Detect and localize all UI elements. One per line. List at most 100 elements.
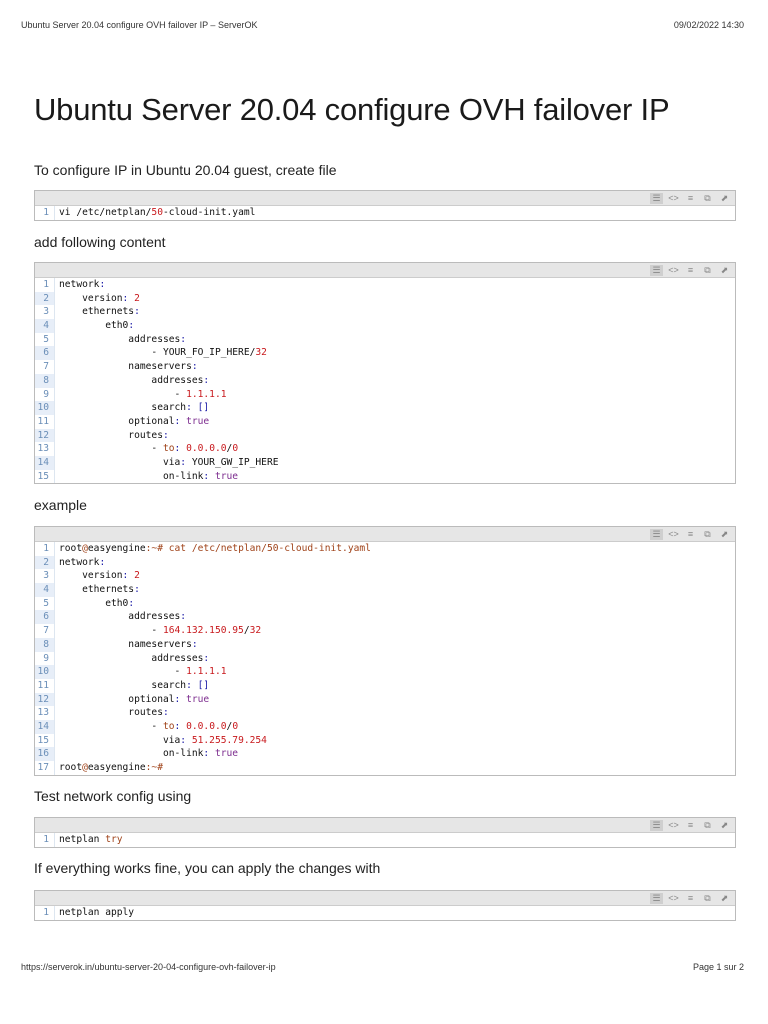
paragraph: add following content <box>34 234 166 250</box>
footer-url: https://serverok.in/ubuntu-server-20-04-… <box>21 962 276 972</box>
line-number: 6 <box>35 610 55 625</box>
code-line: 14 - to: 0.0.0.0/0 <box>35 719 735 734</box>
code-token: : <box>162 429 169 441</box>
code-token: 32 <box>249 625 262 637</box>
code-token: ethernets <box>59 584 135 596</box>
code-toolbar: ☰ <> ≡ ⧉ ⬈ <box>35 262 735 278</box>
code-icon[interactable]: <> <box>667 529 680 540</box>
popup-icon[interactable]: ⬈ <box>718 193 731 204</box>
code-line: 1 root@easyengine:~# cat /etc/netplan/50-… <box>35 542 735 556</box>
wrap-icon[interactable]: ≡ <box>684 193 697 204</box>
code-token: to <box>162 720 175 732</box>
popup-icon[interactable]: ⬈ <box>718 893 731 904</box>
code-token: search <box>59 402 187 414</box>
code-line: 10 - 1.1.1.1 <box>35 665 735 679</box>
code-token: version <box>59 292 123 304</box>
line-text: version: 2 <box>55 569 140 583</box>
code-token: - <box>59 720 163 732</box>
code-token: easyengine <box>87 762 146 773</box>
view-source-icon[interactable]: ☰ <box>650 819 663 831</box>
line-text: - to: 0.0.0.0/0 <box>55 442 238 456</box>
code-line: 1 vi /etc/netplan/50-cloud-init.yaml <box>35 206 735 220</box>
view-source-icon[interactable]: ☰ <box>650 892 663 904</box>
line-number: 11 <box>35 414 55 429</box>
code-token: on-link <box>59 470 204 482</box>
code-token: 164.132.150.95 <box>162 625 244 637</box>
code-token: netplan apply <box>59 907 135 918</box>
code-line: 5 eth0: <box>35 596 735 611</box>
code-line: 5 addresses: <box>35 332 735 347</box>
wrap-icon[interactable]: ≡ <box>684 893 697 904</box>
code-line: 2 version: 2 <box>35 291 735 306</box>
line-number: 15 <box>35 469 55 484</box>
code-line: 14 via: YOUR_GW_IP_HERE <box>35 455 735 470</box>
code-line: 15 on-link: true <box>35 469 735 484</box>
line-text: nameservers: <box>55 360 197 374</box>
code-token: 2 <box>134 292 140 304</box>
code-token: - <box>59 443 163 455</box>
code-token: 51.255.79.254 <box>191 734 267 746</box>
copy-icon[interactable]: ⧉ <box>701 529 714 540</box>
line-number: 2 <box>35 291 55 306</box>
code-token: 1.1.1.1 <box>186 388 227 400</box>
line-number: 14 <box>35 455 55 470</box>
copy-icon[interactable]: ⧉ <box>701 265 714 276</box>
popup-icon[interactable]: ⬈ <box>718 820 731 831</box>
code-line: 8 addresses: <box>35 373 735 388</box>
line-number: 1 <box>35 833 55 847</box>
code-icon[interactable]: <> <box>667 193 680 204</box>
code-icon[interactable]: <> <box>667 893 680 904</box>
line-number: 5 <box>35 596 55 611</box>
view-source-icon[interactable]: ☰ <box>650 528 663 540</box>
copy-icon[interactable]: ⧉ <box>701 193 714 204</box>
line-text: - 1.1.1.1 <box>55 665 227 679</box>
line-number: 1 <box>35 278 55 292</box>
line-number: 11 <box>35 678 55 693</box>
line-number: 5 <box>35 332 55 347</box>
line-text: netplan try <box>55 833 123 847</box>
code-token: - <box>59 388 187 400</box>
code-token: : <box>122 570 135 582</box>
wrap-icon[interactable]: ≡ <box>684 529 697 540</box>
popup-icon[interactable]: ⬈ <box>718 265 731 276</box>
wrap-icon[interactable]: ≡ <box>684 820 697 831</box>
code-icon[interactable]: <> <box>667 820 680 831</box>
code-token: eth0 <box>59 320 129 332</box>
wrap-icon[interactable]: ≡ <box>684 265 697 276</box>
line-number: 4 <box>35 583 55 597</box>
code-token: [] <box>197 402 210 414</box>
line-number: 13 <box>35 442 55 456</box>
code-line: 2 network: <box>35 555 735 570</box>
code-token: : <box>134 584 140 596</box>
line-text: search: [] <box>55 401 209 415</box>
code-token: : <box>99 556 106 568</box>
code-icon[interactable]: <> <box>667 265 680 276</box>
line-text: routes: <box>55 429 169 443</box>
code-token: 1.1.1.1 <box>186 666 227 678</box>
line-text: via: 51.255.79.254 <box>55 734 267 748</box>
code-token: to <box>162 443 175 455</box>
line-number: 14 <box>35 719 55 734</box>
view-source-icon[interactable]: ☰ <box>650 192 663 204</box>
line-text: on-link: true <box>55 747 238 761</box>
code-token: : <box>186 679 198 691</box>
code-token: routes <box>59 707 163 719</box>
view-source-icon[interactable]: ☰ <box>650 264 663 276</box>
line-number: 1 <box>35 906 55 920</box>
popup-icon[interactable]: ⬈ <box>718 529 731 540</box>
code-token: - YOUR_FO_IP_HERE/ <box>59 347 256 359</box>
code-token: : <box>174 720 187 732</box>
header-datetime: 09/02/2022 14:30 <box>673 20 744 30</box>
copy-icon[interactable]: ⧉ <box>701 893 714 904</box>
line-number: 1 <box>35 206 55 220</box>
line-text: - 164.132.150.95/32 <box>55 624 261 638</box>
code-token: nameservers <box>59 638 192 650</box>
code-token: addresses <box>59 652 204 664</box>
code-block: ☰ <> ≡ ⧉ ⬈ 1 netplan try <box>34 817 736 848</box>
code-lines: 1 vi /etc/netplan/50-cloud-init.yaml <box>35 206 735 220</box>
code-token: [] <box>197 679 210 691</box>
line-text: addresses: <box>55 610 186 624</box>
copy-icon[interactable]: ⧉ <box>701 820 714 831</box>
code-line: 13 - to: 0.0.0.0/0 <box>35 442 735 456</box>
code-token: netplan <box>59 834 106 845</box>
